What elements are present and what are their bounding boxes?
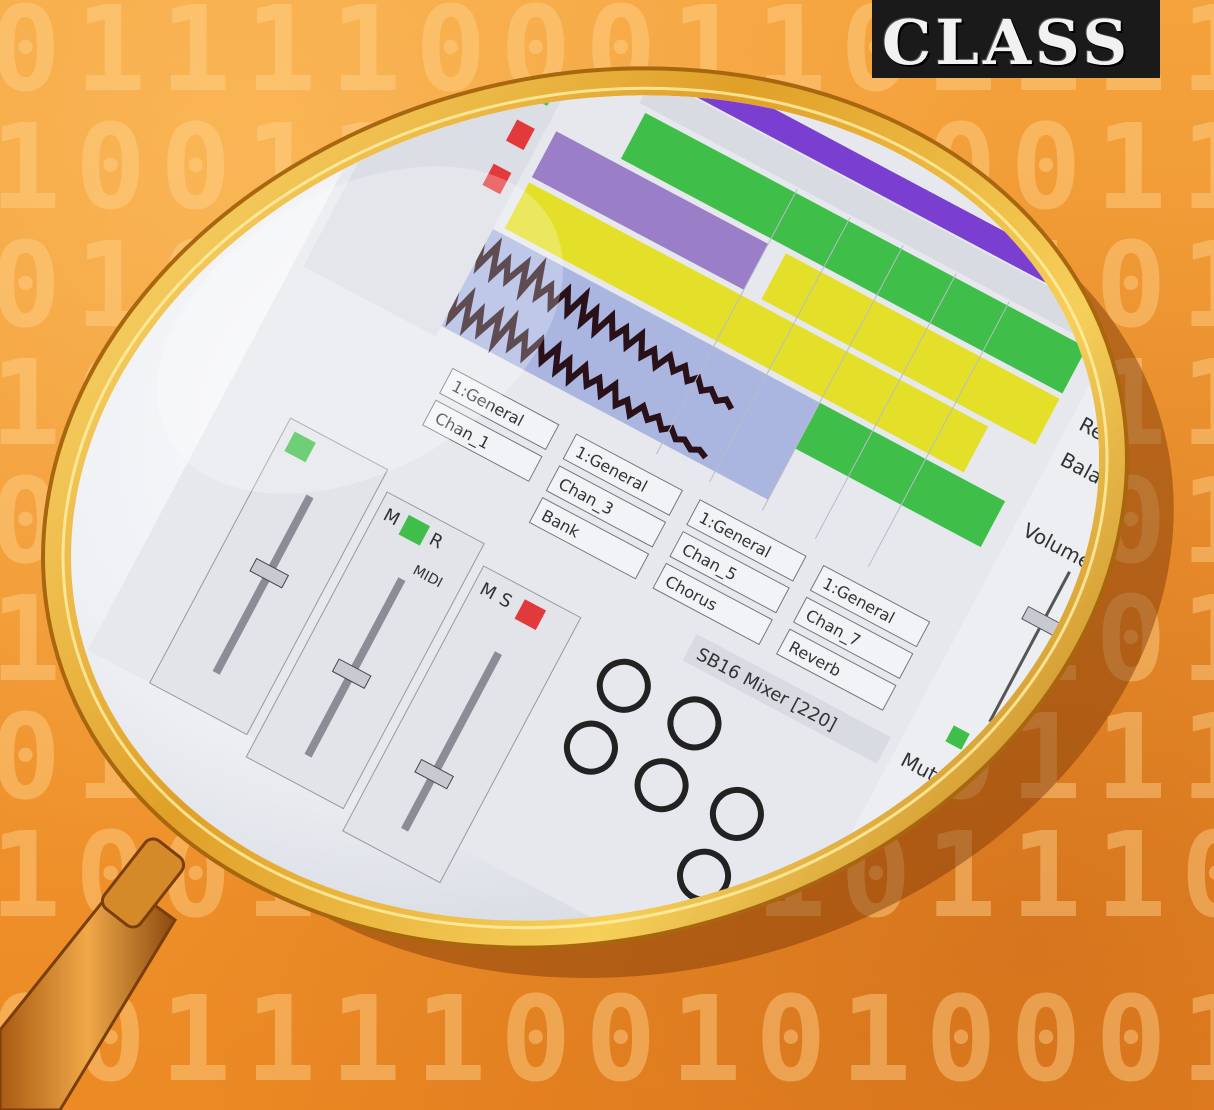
handle	[0, 837, 186, 1110]
class-badge-text: CLASS	[882, 6, 1132, 79]
magnifying-glass-illustration: Opti Recording Balance Volume Mute Sele …	[0, 0, 1188, 1110]
